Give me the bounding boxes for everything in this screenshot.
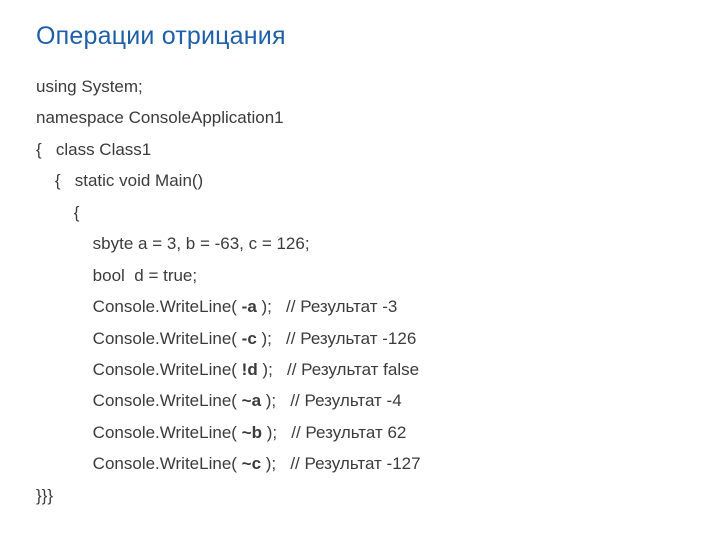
code-line: Console.WriteLine( bbox=[36, 360, 242, 379]
code-line: using System; bbox=[36, 77, 143, 96]
code-line: { bbox=[36, 203, 79, 222]
code-line: { class Class1 bbox=[36, 140, 151, 159]
code-line: ); // Результат false bbox=[258, 360, 419, 379]
code-line: Console.WriteLine( bbox=[36, 391, 242, 410]
code-line: Console.WriteLine( bbox=[36, 454, 242, 473]
code-line: Console.WriteLine( bbox=[36, 297, 242, 316]
code-line: sbyte a = 3, b = -63, c = 126; bbox=[36, 234, 310, 253]
code-line: Console.WriteLine( bbox=[36, 423, 242, 442]
code-bold: ~a bbox=[242, 391, 261, 410]
code-line: ); // Результат -3 bbox=[257, 297, 398, 316]
code-line: ); // Результат -4 bbox=[261, 391, 402, 410]
code-line: }}} bbox=[36, 486, 53, 505]
code-bold: ~c bbox=[242, 454, 261, 473]
slide-title: Операции отрицания bbox=[36, 22, 684, 51]
code-line: ); // Результат -126 bbox=[257, 329, 417, 348]
slide: Операции отрицания using System; namespa… bbox=[0, 0, 720, 540]
code-line: ); // Результат 62 bbox=[262, 423, 406, 442]
code-bold: -a bbox=[242, 297, 257, 316]
code-block: using System; namespace ConsoleApplicati… bbox=[36, 71, 684, 511]
code-bold: !d bbox=[242, 360, 258, 379]
code-line: namespace ConsoleApplication1 bbox=[36, 108, 284, 127]
code-bold: ~b bbox=[242, 423, 262, 442]
code-bold: -c bbox=[242, 329, 257, 348]
code-line: { static void Main() bbox=[36, 171, 203, 190]
code-line: Console.WriteLine( bbox=[36, 329, 242, 348]
code-line: bool d = true; bbox=[36, 266, 197, 285]
code-line: ); // Результат -127 bbox=[261, 454, 421, 473]
